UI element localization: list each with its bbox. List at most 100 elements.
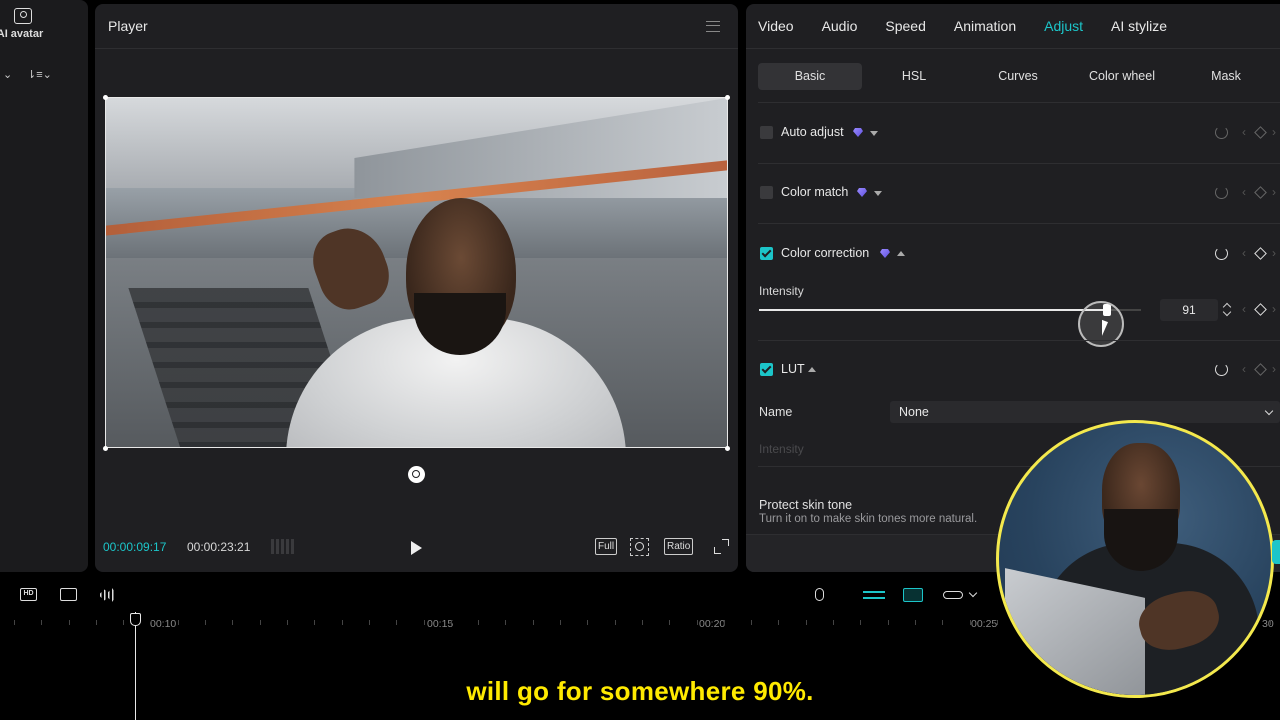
chevron-down-icon[interactable]: ⌄ — [3, 68, 12, 81]
prev-keyframe-icon[interactable]: ‹ — [1242, 246, 1246, 260]
protect-skin-title: Protect skin tone — [759, 498, 853, 512]
next-keyframe-icon[interactable]: › — [1272, 125, 1276, 139]
expand-caret-icon[interactable] — [870, 131, 878, 136]
rotate-icon[interactable] — [408, 466, 425, 483]
expand-caret-icon[interactable] — [874, 191, 882, 196]
ratio-button[interactable]: Ratio — [664, 538, 694, 555]
auto-adjust-row: Auto adjust ‹ › — [746, 123, 1280, 143]
subtab-curves[interactable]: Curves — [966, 63, 1070, 90]
link-icon[interactable] — [943, 591, 963, 599]
player-header: Player — [95, 4, 738, 49]
color-match-label: Color match — [781, 185, 849, 199]
color-correction-checkbox[interactable] — [760, 247, 773, 260]
tick-mark — [833, 620, 834, 625]
subtab-mask[interactable]: Mask — [1174, 63, 1278, 90]
tick-mark — [396, 620, 398, 625]
tick-mark — [450, 620, 452, 625]
keyframe-diamond-icon[interactable] — [1254, 126, 1267, 139]
ai-avatar-button[interactable]: AI avatar — [0, 8, 46, 40]
microphone-icon[interactable] — [815, 588, 824, 601]
tick-mark — [232, 620, 234, 625]
fullscreen-icon[interactable] — [714, 539, 729, 554]
resize-handle-bl[interactable] — [103, 446, 108, 451]
tab-video[interactable]: Video — [758, 18, 794, 34]
zoom-focus-icon[interactable] — [630, 538, 649, 556]
playhead-handle[interactable] — [130, 613, 141, 626]
next-keyframe-icon[interactable]: › — [1272, 362, 1276, 376]
tick-mark — [723, 620, 725, 625]
tick-mark — [205, 620, 207, 625]
video-preview[interactable] — [105, 97, 728, 448]
prev-keyframe-icon[interactable]: ‹ — [1242, 302, 1246, 316]
menu-icon[interactable] — [706, 20, 720, 32]
divider — [758, 223, 1280, 224]
filter-sort-icon[interactable]: ⇂≡⌄ — [27, 68, 52, 81]
tick-label: 00:20 — [699, 618, 726, 630]
grid-icon[interactable] — [271, 539, 295, 554]
snap-icon[interactable] — [903, 588, 923, 602]
lut-name-select[interactable]: None — [890, 401, 1280, 423]
keyframe-diamond-icon[interactable] — [1254, 247, 1267, 260]
collapse-caret-icon[interactable] — [897, 251, 905, 256]
tick-mark — [287, 620, 288, 625]
tick-mark — [150, 620, 152, 625]
ai-avatar-label: AI avatar — [0, 28, 44, 40]
tick-mark — [560, 620, 561, 625]
chevron-down-icon[interactable] — [968, 588, 978, 598]
next-keyframe-icon[interactable]: › — [1272, 246, 1276, 260]
player-controls: 00:00:09:17 00:00:23:21 Full Ratio — [95, 534, 738, 560]
subtab-basic[interactable]: Basic — [758, 63, 862, 90]
resize-handle-br[interactable] — [725, 446, 730, 451]
keyframe-diamond-icon[interactable] — [1254, 363, 1267, 376]
total-time: 00:00:23:21 — [187, 540, 251, 554]
tick-mark — [751, 620, 753, 625]
lut-checkbox[interactable] — [760, 363, 773, 376]
main-track-magnet-icon[interactable] — [863, 591, 885, 599]
tick-mark — [123, 620, 125, 625]
tab-speed[interactable]: Speed — [885, 18, 925, 34]
play-button[interactable] — [411, 541, 422, 555]
teal-edge-button[interactable] — [1272, 540, 1280, 564]
tick-mark — [423, 620, 425, 625]
tab-ai-stylize[interactable]: AI stylize — [1111, 18, 1167, 34]
tick-mark — [996, 620, 998, 625]
reset-icon[interactable] — [1215, 186, 1228, 199]
full-button[interactable]: Full — [595, 538, 618, 555]
prev-keyframe-icon[interactable]: ‹ — [1242, 185, 1246, 199]
prev-keyframe-icon[interactable]: ‹ — [1242, 362, 1246, 376]
tab-audio[interactable]: Audio — [822, 18, 858, 34]
tick-mark — [887, 620, 889, 625]
audio-wave-icon[interactable] — [100, 588, 116, 602]
keyframe-diamond-icon[interactable] — [1254, 303, 1267, 316]
mouse-pointer-icon — [1102, 319, 1108, 339]
next-keyframe-icon[interactable]: › — [1272, 185, 1276, 199]
resize-handle-tr[interactable] — [725, 95, 730, 100]
next-keyframe-icon[interactable]: › — [1272, 302, 1276, 316]
tick-mark — [177, 620, 179, 625]
tick-label: 30 — [1262, 618, 1274, 630]
prev-keyframe-icon[interactable]: ‹ — [1242, 125, 1246, 139]
reset-icon[interactable] — [1215, 126, 1228, 139]
reset-icon[interactable] — [1215, 247, 1228, 260]
tab-animation[interactable]: Animation — [954, 18, 1016, 34]
hd-icon[interactable]: HD — [20, 588, 37, 601]
collapse-caret-icon[interactable] — [808, 367, 816, 372]
tick-label: 00:15 — [427, 618, 454, 630]
subtab-hsl[interactable]: HSL — [862, 63, 966, 90]
tab-adjust[interactable]: Adjust — [1044, 18, 1083, 34]
protect-skin-description: Turn it on to make skin tones more natur… — [759, 513, 978, 525]
video-track-icon[interactable] — [60, 588, 77, 601]
resize-handle-tl[interactable] — [103, 95, 108, 100]
current-time: 00:00:09:17 — [103, 540, 167, 554]
reset-icon[interactable] — [1215, 363, 1228, 376]
tick-mark — [68, 620, 70, 625]
color-match-checkbox[interactable] — [760, 186, 773, 199]
tick-label: 00:10 — [150, 618, 177, 630]
video-subtitle: will go for somewhere 90%. — [466, 676, 814, 706]
keyframe-diamond-icon[interactable] — [1254, 186, 1267, 199]
intensity-label: Intensity — [759, 284, 804, 298]
tick-label: 00:25 — [971, 618, 998, 630]
subtab-color-wheel[interactable]: Color wheel — [1070, 63, 1174, 90]
hand — [304, 218, 398, 318]
auto-adjust-checkbox[interactable] — [760, 126, 773, 139]
